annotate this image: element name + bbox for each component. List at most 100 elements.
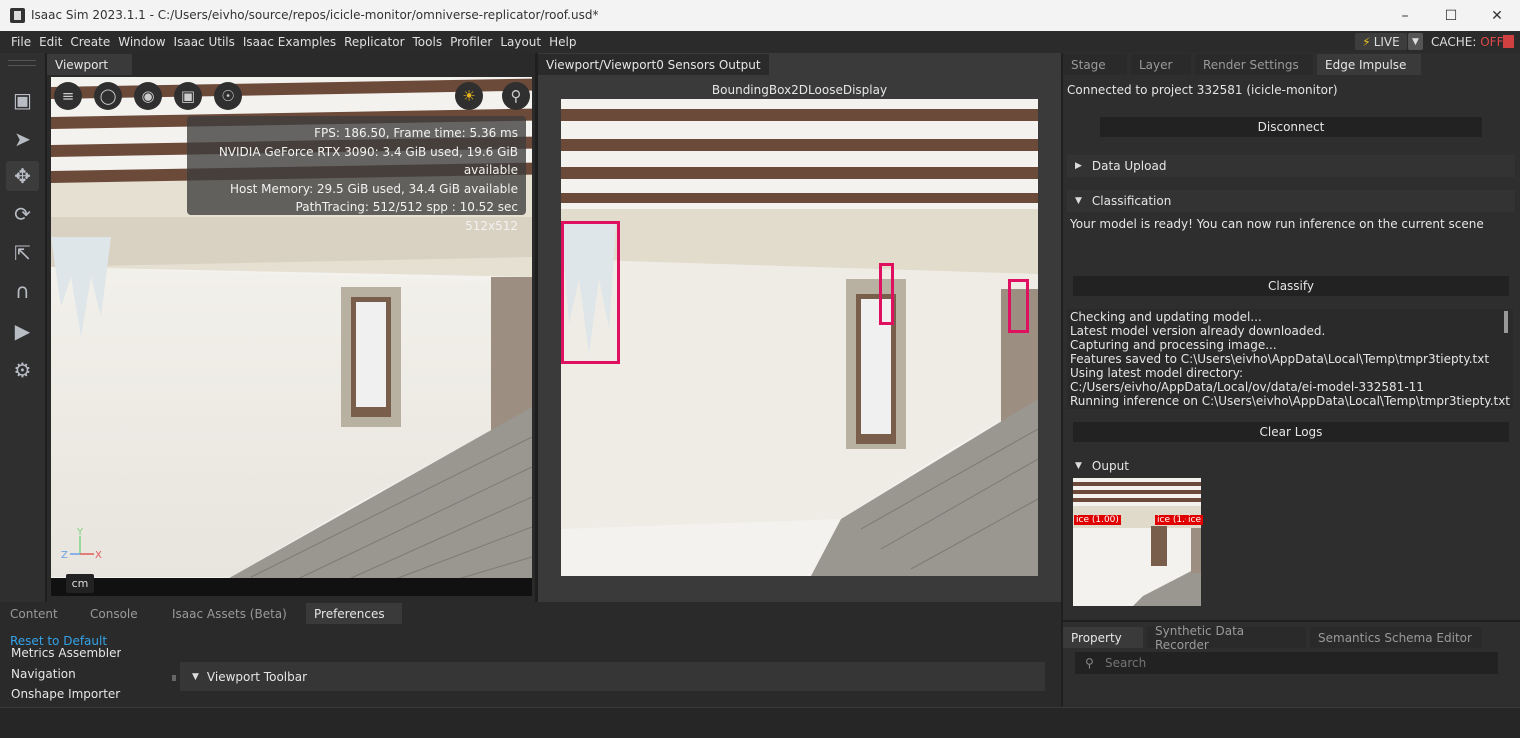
toolbar-grip	[8, 60, 36, 61]
log-line: Latest model version already downloaded.	[1070, 324, 1326, 338]
menu-edit[interactable]: Edit	[35, 35, 66, 49]
isaac-sim-app-icon	[10, 8, 25, 23]
log-line: Capturing and processing image...	[1070, 338, 1277, 352]
host-memory-stat: Host Memory: 29.5 GiB used, 34.4 GiB ava…	[230, 181, 518, 196]
bounding-box	[1008, 279, 1029, 333]
inference-output-image	[1073, 478, 1201, 606]
minimize-icon[interactable]: –	[1382, 0, 1428, 31]
play-icon[interactable]: ▶	[6, 316, 39, 346]
tab-synthetic-data-recorder[interactable]: Synthetic Data Recorder	[1147, 624, 1306, 652]
classify-button[interactable]: Classify	[1073, 276, 1509, 296]
data-upload-label: Data Upload	[1091, 159, 1167, 173]
live-button[interactable]: ⚡ LIVE	[1355, 33, 1407, 50]
resolution-stat: 512x512	[465, 218, 518, 233]
search-icon: ⚲	[1085, 656, 1094, 670]
gpu-stat: NVIDIA GeForce RTX 3090: 3.4 GiB used, 1…	[218, 144, 518, 178]
chevron-down-icon: ▼	[192, 671, 199, 682]
menu-layout[interactable]: Layout	[496, 35, 545, 49]
bounding-box	[879, 263, 894, 325]
clear-logs-button[interactable]: Clear Logs	[1073, 422, 1509, 442]
lightbulb-icon[interactable]: ◯	[94, 82, 122, 110]
menu-isaac-utils[interactable]: Isaac Utils	[170, 35, 239, 49]
pref-item-onshape-importer[interactable]: Onshape Importer	[11, 687, 120, 701]
select-mode-cube-icon[interactable]: ▣	[6, 85, 39, 115]
toolbar-grip	[8, 65, 36, 66]
viewport-toolbar-section[interactable]: ▼ Viewport Toolbar	[180, 662, 1045, 691]
window-title: Isaac Sim 2023.1.1 - C:/Users/eivho/sour…	[31, 8, 599, 22]
tab-stage[interactable]: Stage	[1063, 54, 1127, 75]
bounding-box	[561, 221, 620, 364]
chevron-down-icon: ▼	[1075, 461, 1082, 471]
tool-bar: ▣ ➤ ✥ ⟳ ⇱ ∩ ▶ ⚙	[0, 53, 45, 602]
log-line: Running inference on C:\Users\eivho\AppD…	[1070, 394, 1511, 408]
tab-semantics-schema-editor[interactable]: Semantics Schema Editor	[1310, 627, 1482, 648]
menu-create[interactable]: Create	[66, 35, 114, 49]
output-label: Ouput	[1091, 459, 1129, 473]
camera-icon[interactable]: ▣	[174, 82, 202, 110]
output-render-image	[1073, 478, 1201, 606]
location-pin-icon[interactable]: ⚲	[502, 82, 530, 110]
property-tabs: Property Synthetic Data Recorder Semanti…	[1063, 624, 1486, 652]
menu-profiler[interactable]: Profiler	[446, 35, 496, 49]
connection-status: Connected to project 332581 (icicle-moni…	[1067, 83, 1338, 97]
tab-edge-impulse[interactable]: Edge Impulse	[1317, 54, 1421, 75]
tab-render-settings[interactable]: Render Settings	[1195, 54, 1313, 75]
menu-window[interactable]: Window	[114, 35, 169, 49]
disconnect-button[interactable]: Disconnect	[1100, 117, 1482, 137]
pref-item-metrics-assembler[interactable]: Metrics Assembler	[11, 648, 121, 658]
status-bar	[0, 707, 1520, 738]
viewport-stats-overlay: FPS: 186.50, Frame time: 5.36 ms NVIDIA …	[187, 116, 526, 233]
pathtracing-stat: PathTracing: 512/512 spp : 10.52 sec	[295, 200, 518, 215]
log-output[interactable]: Checking and updating model... Latest mo…	[1067, 309, 1513, 409]
rotate-icon[interactable]: ⟳	[6, 199, 39, 229]
sun-icon[interactable]: ☀	[455, 82, 483, 110]
tab-sensors-output[interactable]: Viewport/Viewport0 Sensors Output	[538, 54, 769, 75]
menu-help[interactable]: Help	[545, 35, 580, 49]
settings-sliders-icon[interactable]: ≡	[54, 82, 82, 110]
pref-item-navigation[interactable]: Navigation	[11, 667, 76, 681]
log-scrollbar[interactable]	[1504, 311, 1508, 333]
detection-label: ice (1.00)	[1074, 515, 1121, 525]
scale-icon[interactable]: ⇱	[6, 238, 39, 268]
tab-preferences[interactable]: Preferences	[306, 603, 402, 624]
eye-icon[interactable]: ◉	[134, 82, 162, 110]
axis-y-label: Y	[76, 527, 84, 538]
tab-viewport[interactable]: Viewport	[47, 54, 132, 75]
bbox-render-image	[561, 99, 1038, 576]
snap-magnet-icon[interactable]: ∩	[6, 276, 39, 306]
menu-tools[interactable]: Tools	[409, 35, 447, 49]
broadcast-icon[interactable]: ☉	[214, 82, 242, 110]
search-input[interactable]	[1075, 652, 1498, 674]
robot-import-icon[interactable]: ⚙	[6, 355, 39, 385]
unit-label: cm	[66, 574, 94, 593]
cache-file-icon[interactable]	[1503, 35, 1514, 48]
chevron-down-icon[interactable]: ▼	[1408, 33, 1423, 50]
reset-to-default-link[interactable]: Reset to Default	[10, 634, 107, 648]
log-line: Using latest model directory:	[1070, 366, 1243, 380]
tab-content[interactable]: Content	[2, 603, 78, 624]
tab-layer[interactable]: Layer	[1131, 54, 1191, 75]
sensor-output-label: BoundingBox2DLooseDisplay	[711, 83, 888, 97]
classification-section[interactable]: ▼ Classification	[1067, 190, 1515, 212]
tab-isaac-assets[interactable]: Isaac Assets (Beta)	[164, 603, 302, 624]
move-icon[interactable]: ✥	[6, 161, 39, 191]
menu-bar: File Edit Create Window Isaac Utils Isaa…	[0, 31, 1520, 53]
menu-isaac-examples[interactable]: Isaac Examples	[239, 35, 340, 49]
tab-console[interactable]: Console	[82, 603, 160, 624]
menu-file[interactable]: File	[7, 35, 35, 49]
select-arrow-icon[interactable]: ➤	[6, 124, 39, 154]
output-section[interactable]: ▼ Ouput	[1075, 459, 1129, 473]
axis-x-label: X	[95, 550, 102, 561]
menu-replicator[interactable]: Replicator	[340, 35, 408, 49]
model-ready-message: Your model is ready! You can now run inf…	[1070, 217, 1484, 231]
tab-property[interactable]: Property	[1063, 627, 1143, 648]
maximize-icon[interactable]: ☐	[1428, 0, 1474, 31]
close-icon[interactable]: ✕	[1474, 0, 1520, 31]
viewport-toolbar-label: Viewport Toolbar	[206, 669, 308, 684]
bottom-tabs: Content Console Isaac Assets (Beta) Pref…	[2, 603, 406, 624]
chevron-right-icon: ▶	[1075, 161, 1082, 171]
panel-splitter[interactable]	[172, 675, 176, 681]
log-line: C:/Users/eivho/AppData/Local/ov/data/ei-…	[1070, 380, 1424, 394]
axis-gizmo: Y X Z	[61, 527, 102, 561]
data-upload-section[interactable]: ▶ Data Upload	[1067, 155, 1515, 177]
